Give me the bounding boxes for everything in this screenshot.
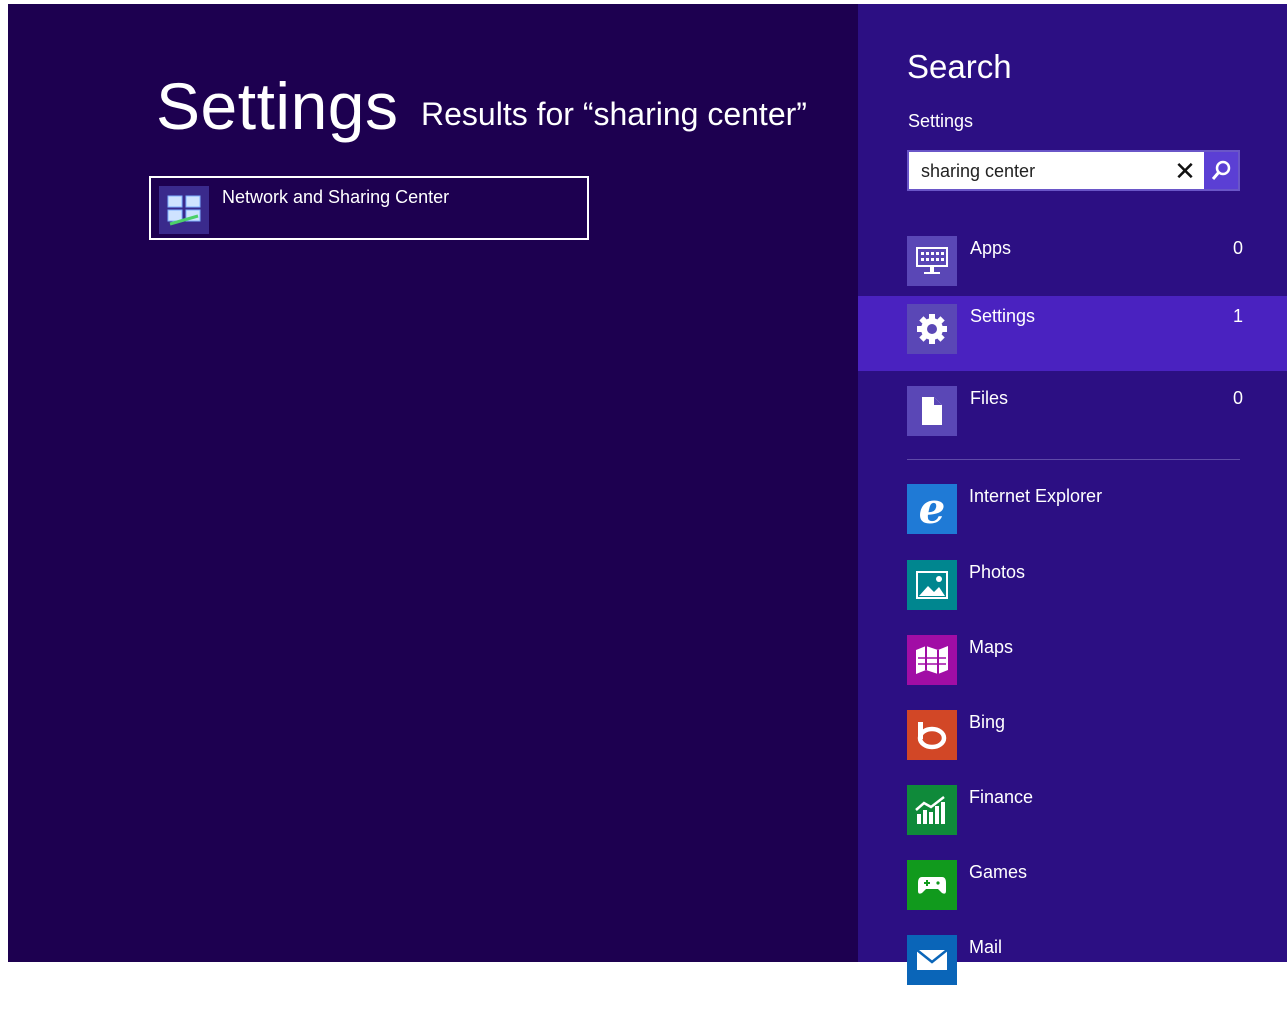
app-maps[interactable]: Maps xyxy=(858,635,1287,710)
result-label: Network and Sharing Center xyxy=(222,187,450,207)
app-bing[interactable]: Bing xyxy=(858,710,1287,785)
keyboard-icon xyxy=(907,236,957,286)
filter-settings-count: 1 xyxy=(1232,306,1243,326)
divider xyxy=(907,459,1240,460)
filter-apps[interactable]: Apps 0 xyxy=(858,228,1287,303)
app-mail[interactable]: Mail xyxy=(858,935,1287,1010)
bing-icon xyxy=(907,710,957,760)
maps-icon xyxy=(907,635,957,685)
app-label: Internet Explorer xyxy=(969,486,1103,506)
app-label: Photos xyxy=(969,562,1026,582)
mail-icon xyxy=(907,935,957,985)
games-icon xyxy=(907,860,957,910)
pane-heading: Search xyxy=(907,48,1012,85)
app-finance[interactable]: Finance xyxy=(858,785,1287,860)
file-icon xyxy=(907,386,957,436)
gear-icon xyxy=(907,304,957,354)
filter-files-count: 0 xyxy=(1232,388,1243,408)
filter-files[interactable]: Files 0 xyxy=(858,378,1287,453)
internet-explorer-icon: e xyxy=(907,484,957,534)
results-subtitle: Results for “sharing center” xyxy=(421,96,807,132)
search-button[interactable] xyxy=(1204,152,1238,189)
filter-settings-label: Settings xyxy=(970,306,1036,326)
page-title: Settings xyxy=(156,69,399,143)
app-games[interactable]: Games xyxy=(858,860,1287,935)
filter-apps-label: Apps xyxy=(970,238,1012,258)
search-scope-label: Settings xyxy=(908,111,974,131)
filter-apps-count: 0 xyxy=(1232,238,1243,258)
app-label: Mail xyxy=(969,937,1003,957)
finance-icon xyxy=(907,785,957,835)
search-input[interactable] xyxy=(919,158,1163,184)
search-box: ✕ xyxy=(907,150,1240,191)
app-photos[interactable]: Photos xyxy=(858,560,1287,635)
search-pane: Search Settings ✕ Apps 0 xyxy=(858,4,1287,985)
search-icon xyxy=(1211,160,1231,180)
network-icon xyxy=(159,186,209,234)
app-label: Bing xyxy=(969,712,1006,732)
app-label: Finance xyxy=(969,787,1034,807)
result-network-sharing-center[interactable]: Network and Sharing Center xyxy=(149,176,589,240)
app-label: Maps xyxy=(969,637,1014,657)
app-label: Games xyxy=(969,862,1028,882)
filter-files-label: Files xyxy=(970,388,1009,408)
clear-icon[interactable]: ✕ xyxy=(1171,156,1199,186)
filter-settings[interactable]: Settings 1 xyxy=(858,296,1287,371)
app-internet-explorer[interactable]: e Internet Explorer xyxy=(858,484,1287,559)
search-results-area: Settings Results for “sharing center” Ne… xyxy=(8,4,858,962)
photos-icon xyxy=(907,560,957,610)
